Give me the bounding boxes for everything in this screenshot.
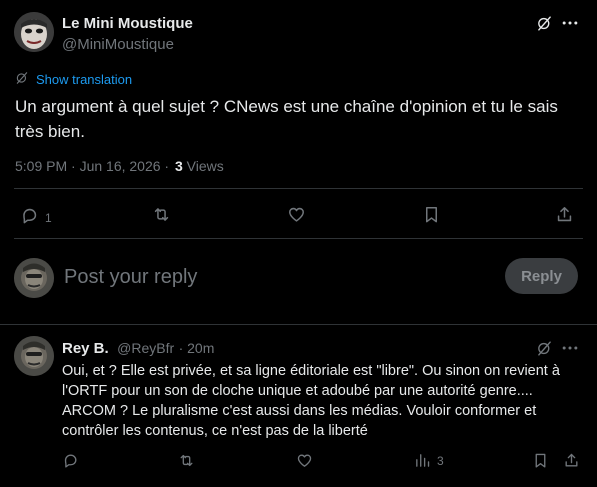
reply-repost-action[interactable] bbox=[178, 452, 195, 469]
reply-text-line: l'ORTF pour un son de cloche unique et a… bbox=[62, 383, 533, 399]
reply-header: Rey B. @ReyBfr · 20m bbox=[62, 340, 214, 358]
repost-icon bbox=[178, 452, 195, 469]
share-icon bbox=[555, 205, 574, 224]
tweet-timestamp[interactable]: 5:09 PM · Jun 16, 2026 · bbox=[15, 158, 169, 174]
author-avatar[interactable] bbox=[14, 12, 54, 52]
tweet-text-line: très bien. bbox=[15, 122, 85, 141]
bookmark-icon bbox=[532, 452, 549, 469]
repost-action[interactable] bbox=[152, 205, 171, 224]
divider bbox=[14, 238, 583, 239]
reply-bookmark-action[interactable] bbox=[532, 452, 549, 469]
tweet-text-line: Un argument à quel sujet ? CNews est une… bbox=[15, 97, 558, 116]
divider bbox=[0, 324, 597, 325]
reply-reply-action[interactable] bbox=[62, 452, 79, 469]
bookmark-action[interactable] bbox=[422, 205, 441, 224]
share-action[interactable] bbox=[555, 205, 574, 224]
heart-icon bbox=[296, 452, 313, 469]
reply-time[interactable]: · 20m bbox=[179, 340, 215, 356]
reply-text-line: ARCOM ? Le pluralisme c'est aussi dans l… bbox=[62, 403, 537, 419]
tweet-text: Un argument à quel sujet ? CNews est une… bbox=[15, 94, 585, 144]
repost-icon bbox=[152, 205, 171, 224]
reply-views-count: 3 bbox=[437, 453, 444, 468]
reply-text-line: Oui, et ? Elle est privée, et sa ligne é… bbox=[62, 363, 560, 379]
tweet-meta: 5:09 PM · Jun 16, 2026 · 3 Views bbox=[15, 158, 224, 174]
more-options-icon[interactable] bbox=[560, 339, 580, 357]
grok-icon[interactable] bbox=[535, 14, 553, 32]
like-action[interactable] bbox=[287, 205, 306, 224]
bookmark-icon bbox=[422, 205, 441, 224]
heart-icon bbox=[287, 205, 306, 224]
translate-icon bbox=[15, 71, 29, 85]
reply-views-action[interactable]: 3 bbox=[414, 452, 444, 469]
reply-input[interactable]: Post your reply bbox=[64, 266, 484, 289]
reply-count: 1 bbox=[45, 211, 52, 225]
reply-author-avatar[interactable] bbox=[14, 336, 54, 376]
reply-icon bbox=[62, 452, 79, 469]
reply-like-action[interactable] bbox=[296, 452, 313, 469]
reply-author-handle[interactable]: @ReyBfr bbox=[117, 340, 174, 356]
reply-share-action[interactable] bbox=[563, 452, 580, 469]
current-user-avatar[interactable] bbox=[14, 258, 54, 298]
more-options-icon[interactable] bbox=[560, 14, 580, 32]
reply-text-line: contrôler les contenus, ce n'est pas de … bbox=[62, 423, 368, 439]
share-icon bbox=[563, 452, 580, 469]
author-handle[interactable]: @MiniMoustique bbox=[62, 36, 174, 53]
reply-button[interactable]: Reply bbox=[505, 258, 578, 294]
reply-author-name[interactable]: Rey B. bbox=[62, 340, 109, 357]
author-name[interactable]: Le Mini Moustique bbox=[62, 15, 193, 32]
views-label: Views bbox=[186, 158, 224, 174]
analytics-icon bbox=[414, 452, 431, 469]
reply-action[interactable]: 1 bbox=[20, 205, 52, 225]
show-translation-link[interactable]: Show translation bbox=[36, 72, 132, 87]
grok-icon[interactable] bbox=[535, 339, 553, 357]
views-count: 3 bbox=[174, 158, 183, 174]
reply-icon bbox=[20, 206, 39, 225]
divider bbox=[14, 188, 583, 189]
reply-text: Oui, et ? Elle est privée, et sa ligne é… bbox=[62, 361, 592, 441]
